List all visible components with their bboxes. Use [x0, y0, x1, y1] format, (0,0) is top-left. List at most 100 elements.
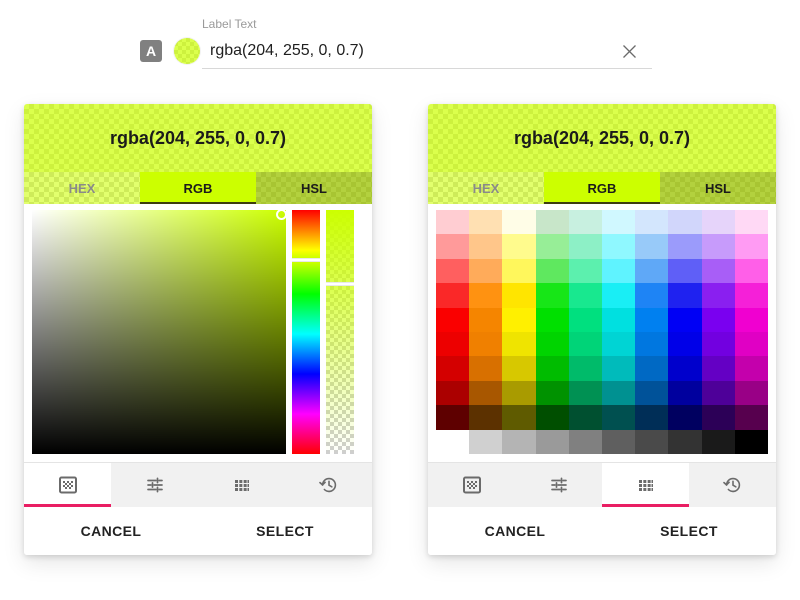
color-swatch[interactable] — [174, 38, 200, 64]
palette-swatch[interactable] — [469, 210, 503, 235]
palette-swatch[interactable] — [535, 258, 569, 284]
palette-swatch[interactable] — [535, 210, 569, 235]
palette-swatch[interactable] — [436, 258, 470, 284]
palette-swatch[interactable] — [734, 356, 769, 381]
tab-rgb[interactable]: RGB — [544, 172, 660, 204]
palette-swatch[interactable] — [568, 210, 603, 235]
palette-swatch[interactable] — [701, 234, 735, 259]
palette-swatch[interactable] — [701, 307, 735, 333]
palette-swatch[interactable] — [734, 405, 769, 430]
palette-swatch-gray[interactable] — [469, 429, 503, 455]
palette-swatch-gray[interactable] — [701, 429, 735, 455]
palette-swatch[interactable] — [502, 356, 536, 381]
palette-swatch-gray[interactable] — [535, 429, 569, 455]
palette-swatch[interactable] — [701, 283, 735, 308]
palette-swatch[interactable] — [602, 332, 636, 357]
palette-swatch[interactable] — [602, 210, 636, 235]
palette-swatch[interactable] — [568, 332, 603, 357]
mode-tab-palette-grid[interactable] — [602, 463, 689, 507]
palette-swatch[interactable] — [469, 380, 503, 406]
palette-swatch[interactable] — [635, 332, 669, 357]
palette-swatch[interactable] — [668, 356, 702, 381]
palette-swatch[interactable] — [734, 380, 769, 406]
palette-swatch[interactable] — [436, 332, 470, 357]
palette-swatch[interactable] — [469, 307, 503, 333]
palette-swatch[interactable] — [502, 283, 536, 308]
palette-swatch-gray[interactable] — [635, 429, 669, 455]
palette-swatch[interactable] — [502, 380, 536, 406]
palette-swatch-gray[interactable] — [502, 429, 536, 455]
palette-swatch[interactable] — [502, 307, 536, 333]
palette-swatch[interactable] — [568, 258, 603, 284]
palette-swatch[interactable] — [701, 258, 735, 284]
tab-hsl[interactable]: HSL — [256, 172, 372, 204]
palette-swatch[interactable] — [734, 258, 769, 284]
palette-swatch[interactable] — [469, 332, 503, 357]
palette-swatch[interactable] — [436, 210, 470, 235]
hue-slider-track-upper[interactable] — [292, 210, 320, 258]
palette-swatch[interactable] — [668, 210, 702, 235]
palette-swatch[interactable] — [568, 234, 603, 259]
palette-swatch[interactable] — [502, 405, 536, 430]
palette-swatch[interactable] — [602, 307, 636, 333]
palette-swatch[interactable] — [734, 283, 769, 308]
palette-swatch-gray[interactable] — [602, 429, 636, 455]
palette-swatch[interactable] — [734, 234, 769, 259]
alpha-slider[interactable] — [326, 210, 354, 454]
palette-swatch[interactable] — [668, 332, 702, 357]
palette-swatch[interactable] — [701, 332, 735, 357]
palette-swatch[interactable] — [535, 307, 569, 333]
hue-slider[interactable] — [292, 210, 320, 454]
palette-swatch[interactable] — [568, 356, 603, 381]
cancel-button[interactable]: CANCEL — [24, 507, 198, 555]
palette-swatch[interactable] — [701, 405, 735, 430]
select-button[interactable]: SELECT — [198, 507, 372, 555]
palette-swatch[interactable] — [502, 210, 536, 235]
tab-hex[interactable]: HEX — [428, 172, 544, 204]
palette-swatch[interactable] — [701, 210, 735, 235]
mode-tab-palette-grid[interactable] — [198, 463, 285, 507]
alpha-slider-track-upper[interactable] — [326, 210, 354, 282]
color-value-input[interactable]: rgba(204, 255, 0, 0.7) — [210, 42, 618, 60]
select-button[interactable]: SELECT — [602, 507, 776, 555]
close-icon[interactable] — [618, 40, 640, 62]
palette-swatch[interactable] — [668, 234, 702, 259]
palette-swatch[interactable] — [535, 356, 569, 381]
palette-swatch-gray[interactable] — [734, 429, 769, 455]
palette-swatch[interactable] — [469, 283, 503, 308]
palette-swatch[interactable] — [436, 234, 470, 259]
field-input-line[interactable]: A rgba(204, 255, 0, 0.7) — [140, 35, 652, 67]
palette-swatch[interactable] — [734, 307, 769, 333]
palette-swatch[interactable] — [502, 234, 536, 259]
palette-swatch[interactable] — [535, 380, 569, 406]
palette-swatch[interactable] — [602, 283, 636, 308]
tab-hsl[interactable]: HSL — [660, 172, 776, 204]
palette-swatch[interactable] — [635, 283, 669, 308]
cancel-button[interactable]: CANCEL — [428, 507, 602, 555]
palette-swatch[interactable] — [602, 356, 636, 381]
alpha-slider-track-lower[interactable] — [326, 286, 354, 454]
palette-swatch[interactable] — [635, 210, 669, 235]
palette-swatch[interactable] — [602, 405, 636, 430]
palette-swatch[interactable] — [535, 332, 569, 357]
palette-swatch[interactable] — [436, 356, 470, 381]
palette-swatch[interactable] — [568, 405, 603, 430]
palette-swatch[interactable] — [436, 380, 470, 406]
mode-tab-spectrum[interactable] — [428, 463, 515, 507]
palette-swatch-gray[interactable] — [436, 429, 470, 455]
palette-swatch-gray[interactable] — [668, 429, 702, 455]
palette-swatch[interactable] — [668, 380, 702, 406]
mode-tab-tune[interactable] — [111, 463, 198, 507]
palette-swatch[interactable] — [436, 405, 470, 430]
sv-cursor-handle[interactable] — [276, 209, 287, 220]
palette-swatch[interactable] — [635, 234, 669, 259]
mode-tab-tune[interactable] — [515, 463, 602, 507]
tab-rgb[interactable]: RGB — [140, 172, 256, 204]
palette-swatch[interactable] — [602, 234, 636, 259]
palette-swatch[interactable] — [701, 356, 735, 381]
saturation-value-box[interactable] — [32, 209, 287, 454]
palette-swatch[interactable] — [469, 405, 503, 430]
palette-swatch[interactable] — [535, 234, 569, 259]
palette-swatch[interactable] — [602, 380, 636, 406]
palette-swatch[interactable] — [436, 283, 470, 308]
